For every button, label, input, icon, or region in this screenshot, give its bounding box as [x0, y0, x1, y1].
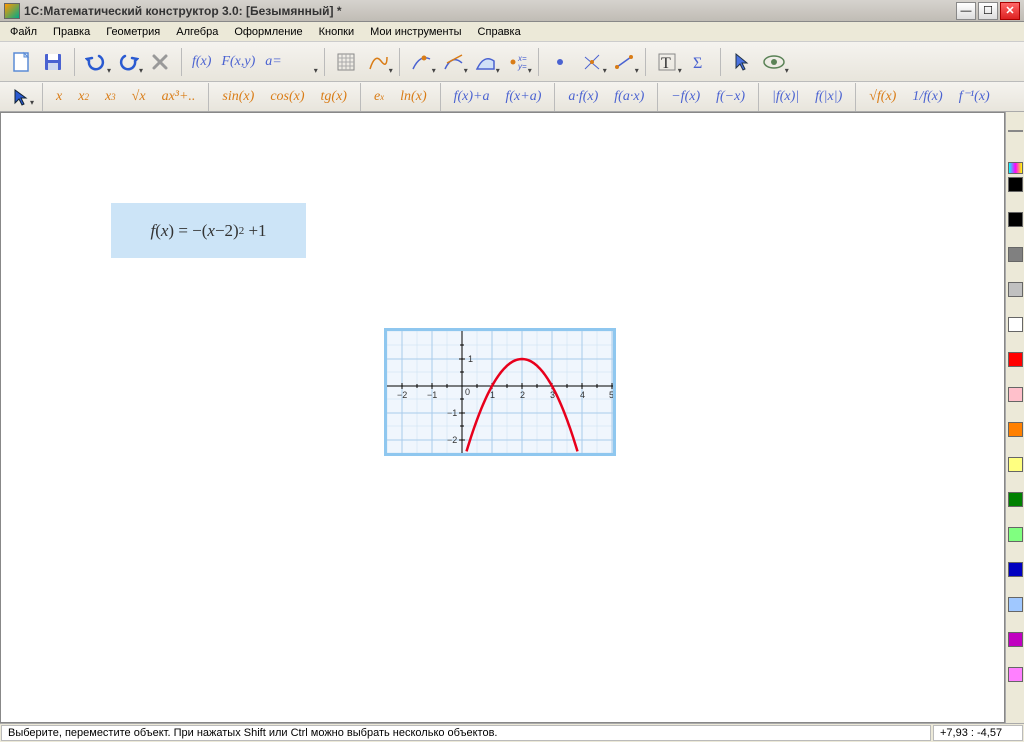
point-tool[interactable]: [545, 47, 575, 77]
color-black-active[interactable]: [1008, 177, 1023, 192]
xy-point-button[interactable]: x=y=: [502, 47, 532, 77]
line-style-icon[interactable]: [1008, 130, 1023, 132]
color-silver[interactable]: [1008, 282, 1023, 297]
menu-edit[interactable]: Правка: [47, 24, 96, 40]
intersect-tool[interactable]: [577, 47, 607, 77]
visibility-tool[interactable]: [759, 47, 789, 77]
delete-button[interactable]: [145, 47, 175, 77]
func-negf[interactable]: −f(x): [664, 85, 707, 109]
new-file-button[interactable]: [6, 47, 36, 77]
menu-format[interactable]: Оформление: [228, 24, 308, 40]
func-fnegx[interactable]: f(−x): [709, 85, 752, 109]
color-panel: [1005, 112, 1024, 723]
current-color-icon[interactable]: [1008, 162, 1023, 174]
ae-label[interactable]: a=: [261, 54, 285, 70]
svg-text:5: 5: [609, 390, 613, 400]
func-invf[interactable]: 1/f(x): [905, 85, 949, 109]
color-red[interactable]: [1008, 352, 1023, 367]
svg-text:1: 1: [468, 354, 473, 364]
svg-text:−1: −1: [447, 408, 457, 418]
arrow-select-tool[interactable]: [6, 85, 36, 109]
color-orange[interactable]: [1008, 422, 1023, 437]
app-icon: [4, 3, 20, 19]
func-fxplusa[interactable]: f(x+a): [498, 85, 548, 109]
svg-text:−1: −1: [427, 390, 437, 400]
undo-button[interactable]: [81, 47, 111, 77]
func-ln[interactable]: ln(x): [393, 85, 433, 109]
status-message: Выберите, переместите объект. При нажаты…: [1, 725, 931, 741]
func-x3[interactable]: x3: [98, 85, 123, 109]
chart-svg: −2−10 12345 1−1−2: [387, 331, 613, 453]
toolbar-main: f(x) F(x,y) a= x=y= T Σ: [0, 42, 1024, 82]
func-exp[interactable]: ex: [367, 85, 391, 109]
menu-algebra[interactable]: Алгебра: [170, 24, 224, 40]
func-afx[interactable]: a·f(x): [561, 85, 605, 109]
sigma-tool[interactable]: Σ: [684, 47, 714, 77]
menu-help[interactable]: Справка: [472, 24, 527, 40]
func-sqrtf[interactable]: √f(x): [862, 85, 903, 109]
func-sqrt[interactable]: √x: [125, 85, 153, 109]
color-magenta[interactable]: [1008, 632, 1023, 647]
formula-display[interactable]: f(x) = −(x−2)2 +1: [111, 203, 306, 258]
text-tool[interactable]: T: [652, 47, 682, 77]
svg-text:0: 0: [465, 387, 470, 397]
maximize-button[interactable]: ☐: [978, 2, 998, 20]
color-yellow[interactable]: [1008, 457, 1023, 472]
titlebar: 1С:Математический конструктор 3.0: [Безы…: [0, 0, 1024, 22]
menu-buttons[interactable]: Кнопки: [313, 24, 361, 40]
menu-geometry[interactable]: Геометрия: [100, 24, 166, 40]
color-pink[interactable]: [1008, 387, 1023, 402]
save-button[interactable]: [38, 47, 68, 77]
fxy-label[interactable]: F(x,y): [217, 54, 259, 70]
close-button[interactable]: ✕: [1000, 2, 1020, 20]
curve-button[interactable]: [363, 47, 393, 77]
svg-text:T: T: [661, 55, 671, 72]
fx-label[interactable]: f(x): [188, 54, 215, 70]
select-tool[interactable]: [727, 47, 757, 77]
menu-tools[interactable]: Мои инструменты: [364, 24, 467, 40]
func-fabsx[interactable]: f(|x|): [808, 85, 849, 109]
window-title: 1С:Математический конструктор 3.0: [Безы…: [24, 4, 956, 18]
color-gray[interactable]: [1008, 247, 1023, 262]
grid-button[interactable]: [331, 47, 361, 77]
toolbar-functions: x x2 x3 √x ax³+.. sin(x) cos(x) tg(x) ex…: [0, 82, 1024, 112]
svg-text:4: 4: [580, 390, 585, 400]
func-fax[interactable]: f(a·x): [607, 85, 651, 109]
func-poly[interactable]: ax³+..: [155, 85, 203, 109]
svg-text:−2: −2: [447, 435, 457, 445]
color-lightblue[interactable]: [1008, 597, 1023, 612]
svg-text:y=: y=: [517, 62, 527, 71]
menu-file[interactable]: Файл: [4, 24, 43, 40]
color-white[interactable]: [1008, 317, 1023, 332]
func-cos[interactable]: cos(x): [263, 85, 311, 109]
redo-button[interactable]: [113, 47, 143, 77]
color-black[interactable]: [1008, 212, 1023, 227]
func-absf[interactable]: |f(x)|: [765, 85, 806, 109]
status-coords: +7,93 : -4,57: [933, 725, 1023, 741]
svg-text:1: 1: [490, 390, 495, 400]
func-finv[interactable]: f⁻¹(x): [952, 85, 997, 109]
point-curve-button[interactable]: [406, 47, 436, 77]
func-x[interactable]: x: [49, 85, 69, 109]
param-dropdown[interactable]: [288, 47, 318, 77]
color-lightgreen[interactable]: [1008, 527, 1023, 542]
func-x2[interactable]: x2: [71, 85, 96, 109]
func-sin[interactable]: sin(x): [215, 85, 261, 109]
tangent-button[interactable]: [438, 47, 468, 77]
area-button[interactable]: [470, 47, 500, 77]
color-green[interactable]: [1008, 492, 1023, 507]
chart-plot[interactable]: −2−10 12345 1−1−2: [384, 328, 616, 456]
func-fplusa[interactable]: f(x)+a: [447, 85, 497, 109]
segment-tool[interactable]: [609, 47, 639, 77]
svg-text:2: 2: [520, 390, 525, 400]
svg-text:Σ: Σ: [693, 55, 702, 72]
canvas-area[interactable]: f(x) = −(x−2)2 +1: [0, 112, 1005, 723]
menubar: Файл Правка Геометрия Алгебра Оформление…: [0, 22, 1024, 42]
statusbar: Выберите, переместите объект. При нажаты…: [0, 723, 1024, 742]
svg-text:−2: −2: [397, 390, 407, 400]
color-blue[interactable]: [1008, 562, 1023, 577]
color-lightmagenta[interactable]: [1008, 667, 1023, 682]
func-tg[interactable]: tg(x): [314, 85, 354, 109]
minimize-button[interactable]: —: [956, 2, 976, 20]
